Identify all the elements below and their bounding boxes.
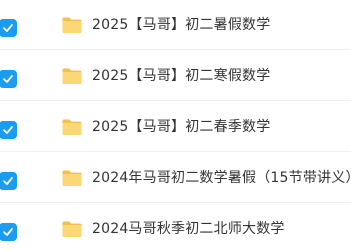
checkmark-icon <box>3 177 13 185</box>
row-checkbox[interactable] <box>0 172 17 190</box>
file-name[interactable]: 2025【马哥】初二暑假数学 <box>92 14 270 36</box>
file-row[interactable]: 2025【马哥】初二寒假数学 <box>0 51 351 101</box>
file-row[interactable]: 2025【马哥】初二暑假数学 <box>0 0 351 50</box>
row-checkbox[interactable] <box>0 223 17 241</box>
folder-icon <box>62 170 82 186</box>
file-row[interactable]: 2024年马哥初二数学暑假（15节带讲义） <box>0 153 351 203</box>
checkmark-icon <box>3 24 13 32</box>
file-row[interactable]: 2024马哥秋季初二北师大数学 <box>0 204 351 251</box>
row-checkbox[interactable] <box>0 70 17 88</box>
folder-icon <box>62 119 82 135</box>
folder-icon <box>62 68 82 84</box>
folder-icon <box>62 221 82 237</box>
file-name[interactable]: 2024马哥秋季初二北师大数学 <box>92 218 285 240</box>
checkmark-icon <box>3 228 13 236</box>
folder-icon <box>62 17 82 33</box>
file-list: 2025【马哥】初二暑假数学 2025【马哥】初二寒假数学 2025【马哥】初二… <box>0 0 351 251</box>
checkmark-icon <box>3 126 13 134</box>
file-name[interactable]: 2025【马哥】初二寒假数学 <box>92 65 270 87</box>
checkmark-icon <box>3 75 13 83</box>
row-checkbox[interactable] <box>0 19 17 37</box>
file-name[interactable]: 2025【马哥】初二春季数学 <box>92 116 270 138</box>
file-name[interactable]: 2024年马哥初二数学暑假（15节带讲义） <box>92 167 351 189</box>
row-checkbox[interactable] <box>0 121 17 139</box>
file-row[interactable]: 2025【马哥】初二春季数学 <box>0 102 351 152</box>
